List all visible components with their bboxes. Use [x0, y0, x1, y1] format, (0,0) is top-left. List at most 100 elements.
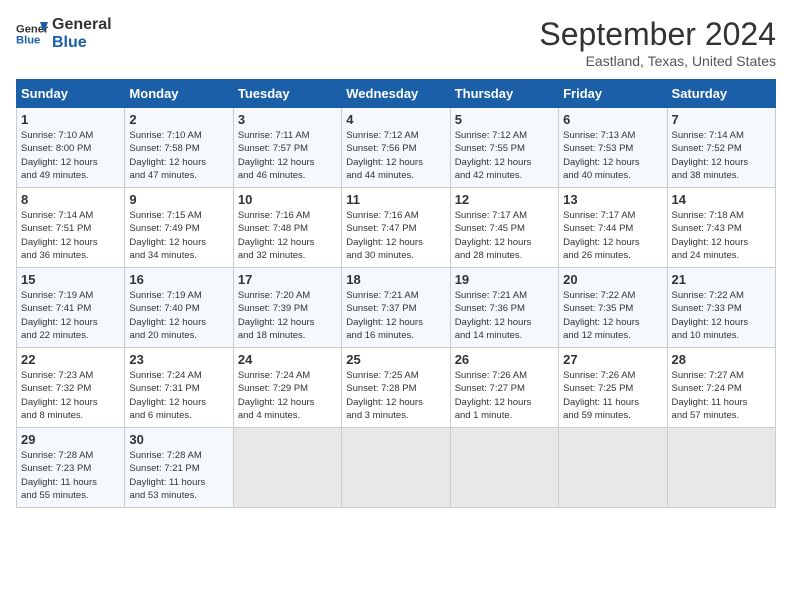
day-number: 21 — [672, 272, 771, 287]
day-info: Sunrise: 7:19 AM Sunset: 7:40 PM Dayligh… — [129, 289, 228, 342]
day-number: 23 — [129, 352, 228, 367]
day-number: 22 — [21, 352, 120, 367]
calendar-week-3: 15 Sunrise: 7:19 AM Sunset: 7:41 PM Dayli… — [17, 268, 776, 348]
calendar-cell: 13Sunrise: 7:17 AM Sunset: 7:44 PM Dayli… — [559, 188, 667, 268]
day-info: Sunrise: 7:17 AM Sunset: 7:45 PM Dayligh… — [455, 209, 554, 262]
calendar-cell: 17 Sunrise: 7:20 AM Sunset: 7:39 PM Dayli… — [233, 268, 341, 348]
day-number: 5 — [455, 112, 554, 127]
day-info: Sunrise: 7:12 AM Sunset: 7:55 PM Dayligh… — [455, 129, 554, 182]
logo-line2: Blue — [52, 34, 112, 52]
header-saturday: Saturday — [667, 80, 775, 108]
calendar-cell: 28Sunrise: 7:27 AM Sunset: 7:24 PM Dayli… — [667, 348, 775, 428]
day-info: Sunrise: 7:16 AM Sunset: 7:47 PM Dayligh… — [346, 209, 445, 262]
calendar-cell: 20 Sunrise: 7:22 AM Sunset: 7:35 PM Dayli… — [559, 268, 667, 348]
day-info: Sunrise: 7:21 AM Sunset: 7:36 PM Dayligh… — [455, 289, 554, 342]
day-number: 4 — [346, 112, 445, 127]
header-sunday: Sunday — [17, 80, 125, 108]
calendar-cell: 22 Sunrise: 7:23 AM Sunset: 7:32 PM Dayli… — [17, 348, 125, 428]
page-header: General Blue General Blue September 2024… — [16, 16, 776, 69]
day-info: Sunrise: 7:25 AM Sunset: 7:28 PM Dayligh… — [346, 369, 445, 422]
calendar-cell: 18 Sunrise: 7:21 AM Sunset: 7:37 PM Dayli… — [342, 268, 450, 348]
day-number: 27 — [563, 352, 662, 367]
day-info: Sunrise: 7:14 AM Sunset: 7:51 PM Dayligh… — [21, 209, 120, 262]
day-info: Sunrise: 7:28 AM Sunset: 7:23 PM Dayligh… — [21, 449, 120, 502]
day-info: Sunrise: 7:20 AM Sunset: 7:39 PM Dayligh… — [238, 289, 337, 342]
day-number: 29 — [21, 432, 120, 447]
day-number: 30 — [129, 432, 228, 447]
calendar-cell — [559, 428, 667, 508]
header-monday: Monday — [125, 80, 233, 108]
day-number: 24 — [238, 352, 337, 367]
day-info: Sunrise: 7:17 AM Sunset: 7:44 PM Dayligh… — [563, 209, 662, 262]
day-number: 18 — [346, 272, 445, 287]
day-number: 19 — [455, 272, 554, 287]
day-info: Sunrise: 7:16 AM Sunset: 7:48 PM Dayligh… — [238, 209, 337, 262]
logo-icon: General Blue — [16, 18, 48, 50]
calendar-cell — [233, 428, 341, 508]
calendar-week-1: 1 Sunrise: 7:10 AM Sunset: 8:00 PM Daylig… — [17, 108, 776, 188]
day-number: 12 — [455, 192, 554, 207]
calendar-cell: 27Sunrise: 7:26 AM Sunset: 7:25 PM Dayli… — [559, 348, 667, 428]
month-title: September 2024 — [539, 16, 776, 53]
day-info: Sunrise: 7:27 AM Sunset: 7:24 PM Dayligh… — [672, 369, 771, 422]
header-thursday: Thursday — [450, 80, 558, 108]
day-info: Sunrise: 7:24 AM Sunset: 7:29 PM Dayligh… — [238, 369, 337, 422]
day-info: Sunrise: 7:14 AM Sunset: 7:52 PM Dayligh… — [672, 129, 771, 182]
day-number: 11 — [346, 192, 445, 207]
day-number: 9 — [129, 192, 228, 207]
day-number: 7 — [672, 112, 771, 127]
calendar-week-4: 22 Sunrise: 7:23 AM Sunset: 7:32 PM Dayli… — [17, 348, 776, 428]
day-info: Sunrise: 7:18 AM Sunset: 7:43 PM Dayligh… — [672, 209, 771, 262]
calendar-week-2: 8Sunrise: 7:14 AM Sunset: 7:51 PM Daylig… — [17, 188, 776, 268]
day-info: Sunrise: 7:22 AM Sunset: 7:33 PM Dayligh… — [672, 289, 771, 342]
calendar-cell: 21 Sunrise: 7:22 AM Sunset: 7:33 PM Dayli… — [667, 268, 775, 348]
day-info: Sunrise: 7:13 AM Sunset: 7:53 PM Dayligh… — [563, 129, 662, 182]
day-info: Sunrise: 7:28 AM Sunset: 7:21 PM Dayligh… — [129, 449, 228, 502]
day-info: Sunrise: 7:22 AM Sunset: 7:35 PM Dayligh… — [563, 289, 662, 342]
day-number: 16 — [129, 272, 228, 287]
day-info: Sunrise: 7:23 AM Sunset: 7:32 PM Dayligh… — [21, 369, 120, 422]
calendar-cell: 8Sunrise: 7:14 AM Sunset: 7:51 PM Daylig… — [17, 188, 125, 268]
day-info: Sunrise: 7:19 AM Sunset: 7:41 PM Dayligh… — [21, 289, 120, 342]
day-number: 15 — [21, 272, 120, 287]
day-info: Sunrise: 7:26 AM Sunset: 7:27 PM Dayligh… — [455, 369, 554, 422]
svg-text:Blue: Blue — [16, 34, 40, 46]
title-block: September 2024 Eastland, Texas, United S… — [539, 16, 776, 69]
calendar-cell: 29 Sunrise: 7:28 AM Sunset: 7:23 PM Dayli… — [17, 428, 125, 508]
calendar-cell — [667, 428, 775, 508]
calendar-cell: 26Sunrise: 7:26 AM Sunset: 7:27 PM Dayli… — [450, 348, 558, 428]
day-number: 25 — [346, 352, 445, 367]
calendar-cell: 14 Sunrise: 7:18 AM Sunset: 7:43 PM Dayli… — [667, 188, 775, 268]
calendar-cell — [450, 428, 558, 508]
day-number: 10 — [238, 192, 337, 207]
calendar-cell: 7 Sunrise: 7:14 AM Sunset: 7:52 PM Daylig… — [667, 108, 775, 188]
day-info: Sunrise: 7:10 AM Sunset: 8:00 PM Dayligh… — [21, 129, 120, 182]
calendar-table: SundayMondayTuesdayWednesdayThursdayFrid… — [16, 79, 776, 508]
calendar-cell: 25 Sunrise: 7:25 AM Sunset: 7:28 PM Dayli… — [342, 348, 450, 428]
calendar-cell: 1 Sunrise: 7:10 AM Sunset: 8:00 PM Daylig… — [17, 108, 125, 188]
logo-line1: General — [52, 16, 112, 34]
calendar-header: SundayMondayTuesdayWednesdayThursdayFrid… — [17, 80, 776, 108]
day-info: Sunrise: 7:10 AM Sunset: 7:58 PM Dayligh… — [129, 129, 228, 182]
calendar-cell: 11 Sunrise: 7:16 AM Sunset: 7:47 PM Dayli… — [342, 188, 450, 268]
day-number: 17 — [238, 272, 337, 287]
calendar-cell: 30 Sunrise: 7:28 AM Sunset: 7:21 PM Dayli… — [125, 428, 233, 508]
day-number: 20 — [563, 272, 662, 287]
day-info: Sunrise: 7:21 AM Sunset: 7:37 PM Dayligh… — [346, 289, 445, 342]
calendar-cell: 10 Sunrise: 7:16 AM Sunset: 7:48 PM Dayli… — [233, 188, 341, 268]
calendar-cell: 9Sunrise: 7:15 AM Sunset: 7:49 PM Daylig… — [125, 188, 233, 268]
header-friday: Friday — [559, 80, 667, 108]
calendar-cell: 5 Sunrise: 7:12 AM Sunset: 7:55 PM Daylig… — [450, 108, 558, 188]
location: Eastland, Texas, United States — [539, 53, 776, 69]
calendar-cell: 6Sunrise: 7:13 AM Sunset: 7:53 PM Daylig… — [559, 108, 667, 188]
calendar-cell: 19 Sunrise: 7:21 AM Sunset: 7:36 PM Dayli… — [450, 268, 558, 348]
day-number: 14 — [672, 192, 771, 207]
calendar-cell: 2 Sunrise: 7:10 AM Sunset: 7:58 PM Daylig… — [125, 108, 233, 188]
day-number: 2 — [129, 112, 228, 127]
calendar-cell: 3Sunrise: 7:11 AM Sunset: 7:57 PM Daylig… — [233, 108, 341, 188]
calendar-cell: 12 Sunrise: 7:17 AM Sunset: 7:45 PM Dayli… — [450, 188, 558, 268]
day-number: 1 — [21, 112, 120, 127]
calendar-cell: 23Sunrise: 7:24 AM Sunset: 7:31 PM Dayli… — [125, 348, 233, 428]
calendar-cell: 4Sunrise: 7:12 AM Sunset: 7:56 PM Daylig… — [342, 108, 450, 188]
header-wednesday: Wednesday — [342, 80, 450, 108]
